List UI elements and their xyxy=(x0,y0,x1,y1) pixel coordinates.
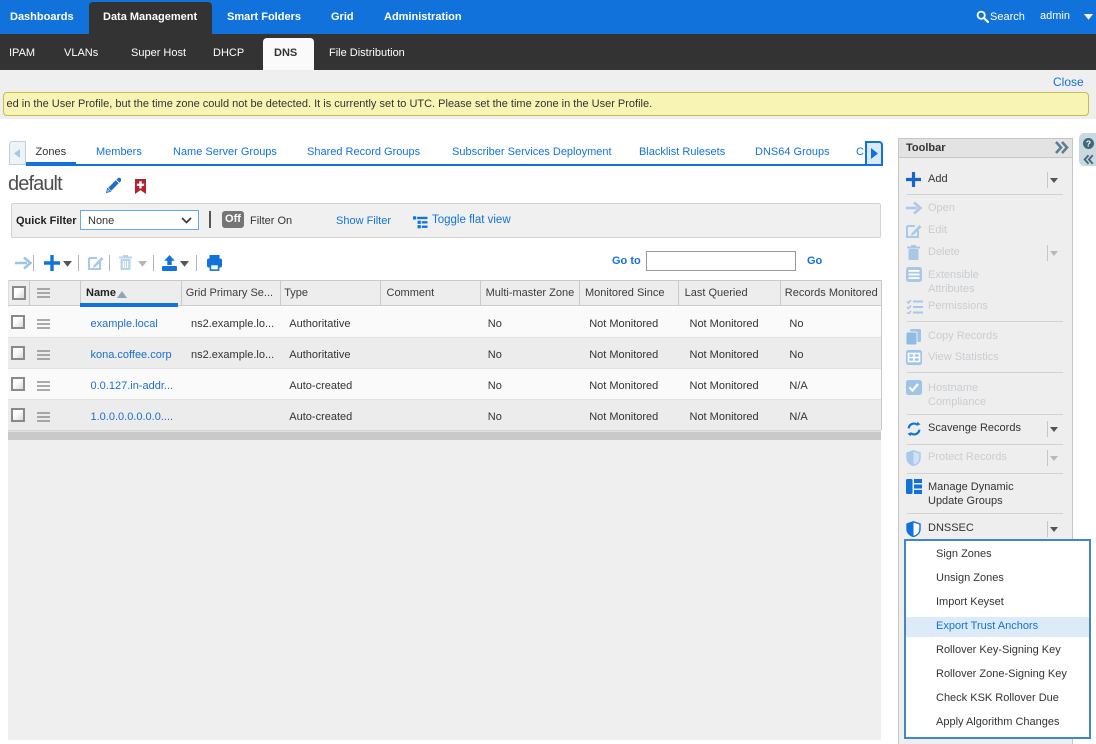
svg-text:?: ? xyxy=(1086,138,1091,148)
